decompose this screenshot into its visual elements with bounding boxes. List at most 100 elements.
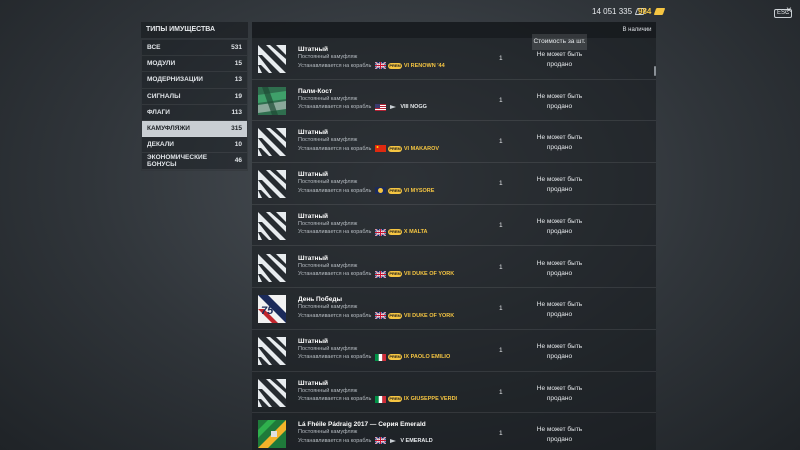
table-row[interactable]: 75 День Победы Постоянный камуфляж Устанавл… [252, 288, 656, 330]
item-name: Lá Fhéile Pádraig 2017 — Серия Emerald [298, 421, 426, 429]
sidebar-item-4[interactable]: ФЛАГИ 113 [142, 105, 247, 121]
sidebar-item-label: МОДЕРНИЗАЦИИ [147, 76, 203, 84]
property-types-sidebar: ТИПЫ ИМУЩЕСТВА ВСЕ 531 МОДУЛИ 15 МОДЕРНИЗАЦИ… [141, 22, 248, 171]
available-quantity: 1 [499, 55, 503, 62]
sidebar-item-1[interactable]: МОДУЛИ 15 [142, 56, 247, 73]
standard-camouflage-icon [258, 336, 286, 365]
available-quantity: 1 [499, 305, 503, 313]
table-header: В наличии Стоимость за шт. [252, 22, 656, 50]
cost-per-unit: Не может быть продано [536, 426, 583, 444]
available-quantity: 1 [499, 96, 503, 104]
palm-camouflage-icon [258, 86, 286, 115]
uk-flag-icon [375, 312, 387, 320]
item-name: Штатный [298, 129, 328, 137]
sidebar-item-2[interactable]: МОДЕРНИЗАЦИИ 13 [142, 72, 247, 89]
item-name: День Победы [298, 296, 343, 304]
standard-camouflage-icon [258, 170, 286, 199]
scrollbar-thumb[interactable] [654, 66, 656, 76]
it-flag-icon [375, 353, 387, 361]
ship-line: Устанавливается на корабль PREM VI MAKAROV [298, 145, 439, 153]
cost-per-unit: Не может быть продано [536, 217, 583, 235]
item-type: Постоянный камуфляж [298, 262, 358, 269]
column-available[interactable]: В наличии [618, 22, 656, 38]
ship-name: VIII NOGG [400, 104, 427, 111]
table-row[interactable]: Lá Fhéile Pádraig 2017 — Серия Emerald По… [252, 413, 656, 450]
cost-per-unit: Не может быть продано [536, 301, 583, 319]
sidebar-item-3[interactable]: СИГНАЛЫ 19 [142, 89, 247, 105]
sidebar-item-7[interactable]: ЭКОНОМИЧЕСКИЕ БОНУСЫ 46 [142, 153, 247, 170]
item-name: Штатный [298, 46, 328, 53]
category-list: ВСЕ 531 МОДУЛИ 15 МОДЕРНИЗАЦИИ 13 СИГНАЛЫ 19 ФЛА… [141, 39, 248, 171]
table-row[interactable]: Штатный Постоянный камуфляж Устанавливаетс… [252, 330, 656, 372]
item-name: Штатный [298, 337, 328, 345]
it-flag-icon [375, 395, 387, 403]
install-label: Устанавливается на корабль [298, 396, 372, 403]
sidebar-item-0[interactable]: ВСЕ 531 [142, 40, 247, 57]
sidebar-item-count: 15 [234, 60, 242, 68]
install-label: Устанавливается на корабль [298, 104, 372, 111]
available-quantity: 1 [499, 346, 503, 354]
item-name: Штатный [298, 171, 328, 179]
premium-ship-icon: PREM [388, 396, 402, 403]
premium-ship-icon: PREM [388, 354, 402, 361]
sidebar-item-6[interactable]: ДЕКАЛИ 10 [142, 137, 247, 154]
sidebar-item-label: ЭКОНОМИЧЕСКИЕ БОНУСЫ [147, 153, 208, 168]
table-row[interactable]: Штатный Постоянный камуфляж Устанавливаетс… [252, 163, 656, 205]
sidebar-item-count: 46 [234, 157, 242, 165]
sidebar-item-count: 113 [231, 108, 243, 116]
install-label: Устанавливается на корабль [298, 62, 372, 69]
sidebar-item-label: ВСЕ [147, 44, 161, 52]
table-row[interactable]: Штатный Постоянный камуфляж Устанавливаетс… [252, 372, 656, 414]
cost-per-unit: Не может быть продано [536, 51, 583, 68]
uk-flag-icon [375, 62, 387, 69]
table-row[interactable]: Штатный Постоянный камуфляж Устанавливаетс… [252, 247, 656, 289]
ship-name: V EMERALD [400, 437, 433, 444]
top-bar: 14 051 335 984 ESC × [0, 0, 800, 24]
ship-name: VI MYSORE [403, 187, 435, 194]
install-label: Устанавливается на корабль [298, 312, 372, 319]
emerald-camouflage-icon [258, 420, 286, 449]
table-row[interactable]: Штатный Постоянный камуфляж Устанавливаетс… [252, 121, 656, 164]
item-name: Палм-Кост [298, 87, 333, 95]
item-type: Постоянный камуфляж [298, 179, 358, 186]
sidebar-item-count: 531 [231, 44, 242, 52]
cost-per-unit: Не может быть продано [536, 176, 583, 194]
commonwealth-flag-icon [375, 187, 387, 195]
sidebar-item-5[interactable]: КАМУФЛЯЖИ 315 [142, 120, 247, 138]
cost-per-unit: Не может быть продано [536, 92, 583, 110]
doubloons-icon [654, 8, 666, 15]
ship-line: Устанавливается на корабль PREM VI RENOWN … [298, 62, 445, 69]
cost-per-unit: Не может быть продано [536, 134, 583, 152]
item-name: Штатный [298, 379, 328, 387]
cost-per-unit: Не может быть продано [536, 342, 583, 360]
ship-name: IX PAOLO EMILIO [403, 354, 451, 361]
sidebar-item-count: 19 [234, 92, 242, 100]
ship-line: Устанавливается на корабль V EMERALD [298, 437, 433, 445]
item-type: Постоянный камуфляж [298, 95, 358, 102]
premium-ship-icon: PREM [388, 187, 402, 194]
table-row[interactable]: Палм-Кост Постоянный камуфляж Устанавливае… [252, 80, 656, 122]
table-row[interactable]: Штатный Постоянный камуфляж Устанавливаетс… [252, 38, 656, 80]
ship-line: Устанавливается на корабль PREM VII DUKE O… [298, 270, 455, 278]
ship-line: Устанавливается на корабль PREM VI MYSORE [298, 187, 435, 195]
sidebar-item-label: КАМУФЛЯЖИ [147, 125, 190, 133]
install-label: Устанавливается на корабль [298, 145, 372, 152]
close-icon[interactable]: × [786, 6, 792, 16]
table-row[interactable]: Штатный Постоянный камуфляж Устанавливаетс… [252, 205, 656, 247]
inventory-table: В наличии Стоимость за шт. Штатный Постоя… [252, 22, 656, 450]
item-type: Постоянный камуфляж [298, 137, 358, 144]
victory-day-camouflage-icon: 75 [258, 295, 286, 324]
available-quantity: 1 [499, 263, 503, 271]
ship-class-icon [390, 438, 397, 443]
sidebar-title: ТИПЫ ИМУЩЕСТВА [141, 22, 248, 38]
ship-name: VII DUKE OF YORK [403, 271, 455, 277]
uk-flag-icon [375, 228, 387, 236]
standard-camouflage-icon [258, 378, 286, 407]
ship-name: IX GIUSEPPE VERDI [403, 396, 458, 403]
doubloons-balance: 984 [638, 7, 666, 16]
ship-name: X MALTA [403, 229, 428, 236]
install-label: Устанавливается на корабль [298, 187, 372, 194]
item-type: Постоянный камуфляж [298, 304, 358, 311]
uk-flag-icon [375, 437, 387, 445]
item-type: Постоянный камуфляж [298, 220, 358, 227]
